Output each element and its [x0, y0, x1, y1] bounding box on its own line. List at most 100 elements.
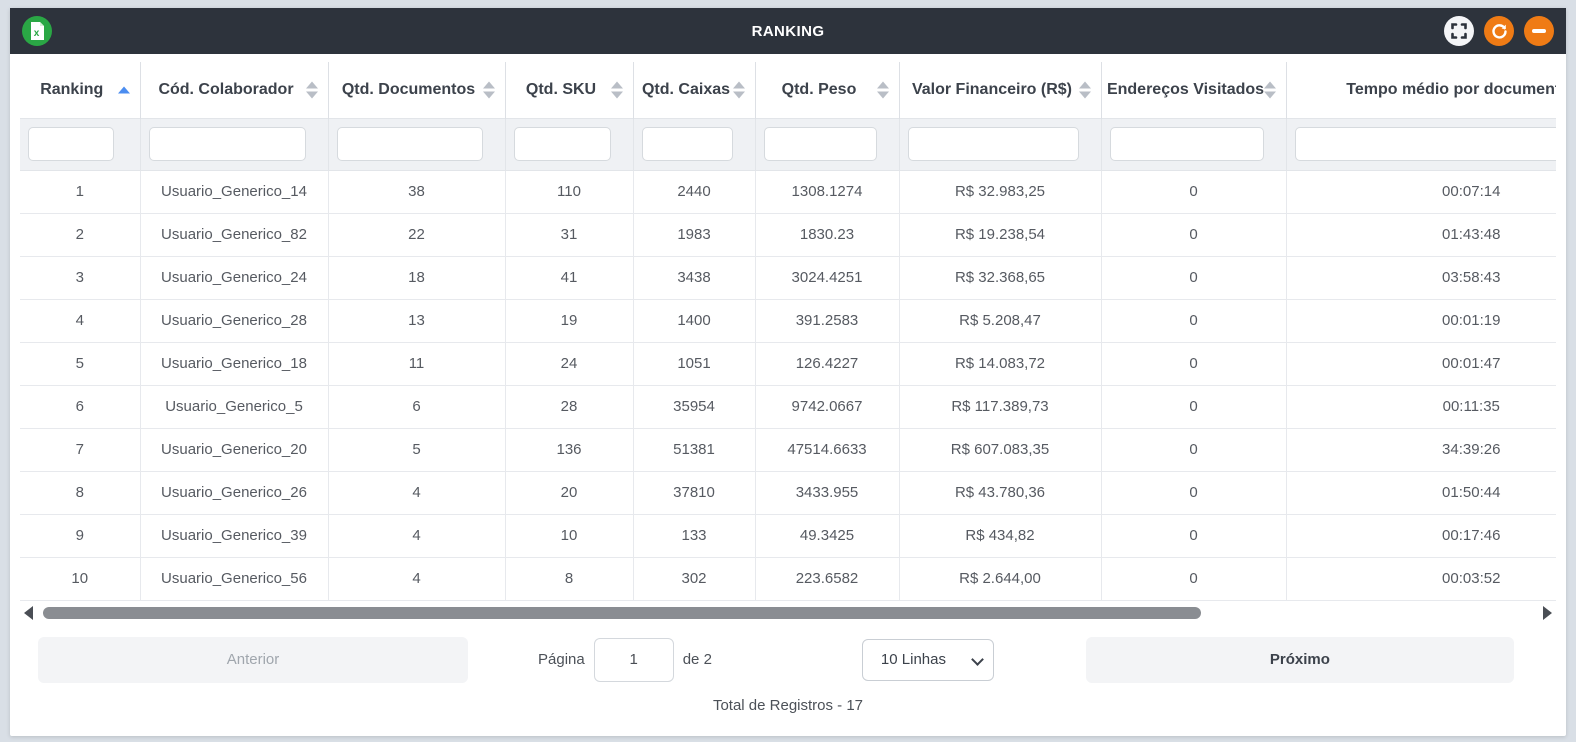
sort-icon[interactable]	[733, 81, 745, 98]
table-row[interactable]: 10Usuario_Generico_5648302223.6582R$ 2.6…	[20, 557, 1556, 600]
cell: 1983	[633, 213, 755, 256]
filter-input-c-d-colaborador[interactable]	[149, 127, 306, 161]
column-header-qtd-sku[interactable]: Qtd. SKU	[505, 62, 633, 118]
column-label: Qtd. Documentos	[342, 81, 475, 99]
column-header-qtd-caixas[interactable]: Qtd. Caixas	[633, 62, 755, 118]
filter-input-qtd-sku[interactable]	[514, 127, 611, 161]
cell: 136	[505, 428, 633, 471]
cell: 31	[505, 213, 633, 256]
cell: Usuario_Generico_24	[140, 256, 328, 299]
filter-input-tempo-m-dio-por-documento[interactable]	[1295, 127, 1557, 161]
cell: 3433.955	[755, 471, 899, 514]
cell: Usuario_Generico_26	[140, 471, 328, 514]
previous-page-button[interactable]: Anterior	[38, 637, 468, 683]
minimize-icon	[1532, 29, 1546, 33]
cell: 20	[505, 471, 633, 514]
table-row[interactable]: 6Usuario_Generico_5628359549742.0667R$ 1…	[20, 385, 1556, 428]
cell: Usuario_Generico_28	[140, 299, 328, 342]
cell: 19	[505, 299, 633, 342]
page-label: Página	[538, 651, 585, 668]
sort-icon[interactable]	[1079, 81, 1091, 98]
table-row[interactable]: 5Usuario_Generico_1811241051126.4227R$ 1…	[20, 342, 1556, 385]
table-row[interactable]: 9Usuario_Generico_3941013349.3425R$ 434,…	[20, 514, 1556, 557]
column-header-c-d-colaborador[interactable]: Cód. Colaborador	[140, 62, 328, 118]
scrollbar-track[interactable]	[41, 606, 1535, 620]
cell: R$ 19.238,54	[899, 213, 1101, 256]
cell: R$ 32.983,25	[899, 170, 1101, 213]
cell: 00:11:35	[1286, 385, 1556, 428]
cell: 4	[20, 299, 140, 342]
filter-input-qtd-caixas[interactable]	[642, 127, 733, 161]
table-row[interactable]: 7Usuario_Generico_2051365138147514.6633R…	[20, 428, 1556, 471]
cell: 3	[20, 256, 140, 299]
column-header-endere-os-visitados[interactable]: Endereços Visitados	[1101, 62, 1286, 118]
column-label: Qtd. SKU	[526, 81, 596, 99]
cell: 41	[505, 256, 633, 299]
ranking-window: x RANKING	[10, 8, 1566, 736]
column-label: Cód. Colaborador	[158, 81, 293, 99]
cell: 37810	[633, 471, 755, 514]
filter-cell	[140, 118, 328, 170]
cell: 5	[328, 428, 505, 471]
minimize-button[interactable]	[1524, 16, 1554, 46]
cell: 1308.1274	[755, 170, 899, 213]
cell: 00:07:14	[1286, 170, 1556, 213]
cell: 302	[633, 557, 755, 600]
next-page-button[interactable]: Próximo	[1086, 637, 1514, 683]
ranking-table: Ranking Cód. Colaborador Qtd. Documentos Qt…	[20, 62, 1556, 601]
scrollbar-thumb[interactable]	[43, 607, 1201, 619]
cell: 10	[20, 557, 140, 600]
sort-icon[interactable]	[1264, 81, 1276, 98]
cell: 133	[633, 514, 755, 557]
sort-icon[interactable]	[483, 81, 495, 98]
table-row[interactable]: 4Usuario_Generico_2813191400391.2583R$ 5…	[20, 299, 1556, 342]
column-header-tempo-m-dio-por-documento[interactable]: Tempo médio por documento (	[1286, 62, 1556, 118]
cell: Usuario_Generico_14	[140, 170, 328, 213]
column-header-qtd-peso[interactable]: Qtd. Peso	[755, 62, 899, 118]
table-row[interactable]: 8Usuario_Generico_26420378103433.955R$ 4…	[20, 471, 1556, 514]
page-number-group: Página de 2	[538, 638, 712, 682]
cell: 1	[20, 170, 140, 213]
cell: Usuario_Generico_56	[140, 557, 328, 600]
cell: 0	[1101, 428, 1286, 471]
horizontal-scrollbar[interactable]	[24, 603, 1552, 623]
filter-input-qtd-peso[interactable]	[764, 127, 877, 161]
filter-input-ranking[interactable]	[28, 127, 114, 161]
filter-input-valor-financeiro-r[interactable]	[908, 127, 1079, 161]
cell: Usuario_Generico_82	[140, 213, 328, 256]
cell: Usuario_Generico_18	[140, 342, 328, 385]
filter-input-qtd-documentos[interactable]	[337, 127, 483, 161]
column-label: Qtd. Peso	[782, 81, 857, 99]
sort-icon[interactable]	[611, 81, 623, 98]
filter-cell	[20, 118, 140, 170]
cell: 6	[328, 385, 505, 428]
page-count-label: de 2	[683, 651, 712, 668]
cell: 00:01:19	[1286, 299, 1556, 342]
scroll-left-arrow-icon[interactable]	[24, 606, 33, 620]
cell: 01:50:44	[1286, 471, 1556, 514]
table-row[interactable]: 2Usuario_Generico_82223119831830.23R$ 19…	[20, 213, 1556, 256]
refresh-icon	[1491, 23, 1508, 40]
refresh-button[interactable]	[1484, 16, 1514, 46]
column-header-qtd-documentos[interactable]: Qtd. Documentos	[328, 62, 505, 118]
column-header-ranking[interactable]: Ranking	[20, 62, 140, 118]
scroll-right-arrow-icon[interactable]	[1543, 606, 1552, 620]
cell: 110	[505, 170, 633, 213]
expand-fullscreen-icon	[1451, 23, 1467, 39]
table-row[interactable]: 1Usuario_Generico_143811024401308.1274R$…	[20, 170, 1556, 213]
column-label: Endereços Visitados	[1107, 81, 1264, 99]
filter-input-endere-os-visitados[interactable]	[1110, 127, 1264, 161]
column-header-valor-financeiro-r[interactable]: Valor Financeiro (R$)	[899, 62, 1101, 118]
expand-button[interactable]	[1444, 16, 1474, 46]
excel-export-button[interactable]: x	[22, 16, 52, 46]
cell: 49.3425	[755, 514, 899, 557]
rows-per-page-select[interactable]: 10 Linhas	[862, 639, 994, 681]
column-label: Ranking	[40, 81, 103, 99]
page-number-input[interactable]	[594, 638, 674, 682]
cell: R$ 607.083,35	[899, 428, 1101, 471]
sort-icon[interactable]	[306, 81, 318, 98]
sort-icon[interactable]	[877, 81, 889, 98]
sort-ascending-icon[interactable]	[118, 86, 130, 93]
cell: 1400	[633, 299, 755, 342]
table-row[interactable]: 3Usuario_Generico_24184134383024.4251R$ …	[20, 256, 1556, 299]
